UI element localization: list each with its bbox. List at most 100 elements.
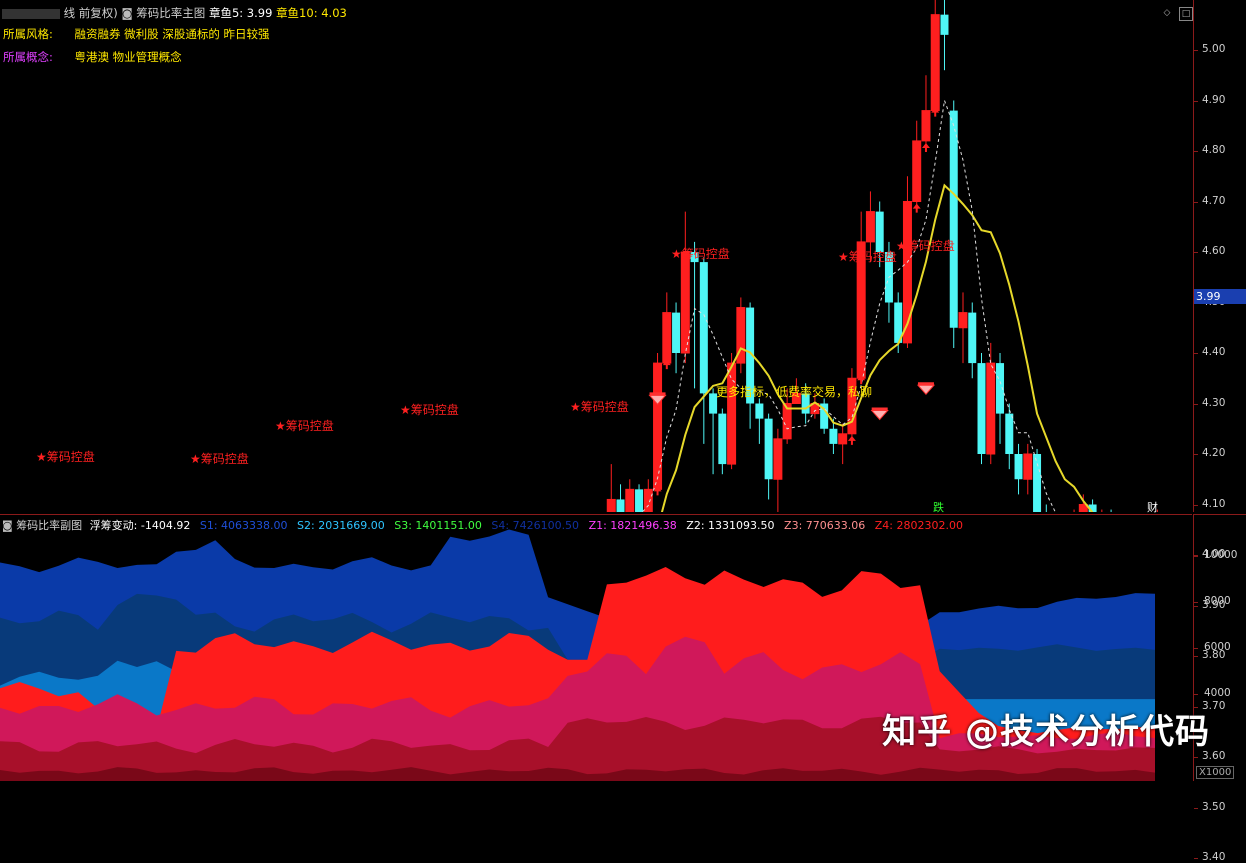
ma5-label: 章鱼5: 3.99: [208, 6, 273, 20]
candle: [1069, 509, 1079, 550]
signal-label: ★筹码控盘: [570, 399, 629, 414]
candle: [718, 408, 727, 475]
watermark: 知乎 @技术分析代码: [882, 712, 1210, 752]
candle: [680, 211, 690, 364]
price-tick: 4.20: [1202, 447, 1226, 459]
price-tick: 3.40: [1202, 851, 1226, 863]
price-tick: 3.50: [1202, 800, 1226, 813]
kline-panel[interactable]: ★筹码控盘 ★筹码控盘 ★筹码控盘 ★筹码控盘 ★筹码控盘 ★筹码控盘 ★筹码控盘 ★筹码控盘…: [0, 0, 1192, 863]
signal-label: ★筹码控盘: [36, 449, 95, 464]
price-tick: 4.80: [1202, 144, 1226, 156]
price-tick-mark: [1194, 807, 1198, 809]
candle: [1023, 443, 1033, 495]
price-tick: 4.90: [1202, 93, 1226, 106]
concept-label: 所属概念:: [3, 50, 53, 64]
indicator-toggle-icon[interactable]: ◙: [121, 6, 132, 20]
candle: [625, 479, 635, 525]
sub-header: ◙ 筹码比率副图 浮筹变动: -1404.92 S1: 4063338.00 S…: [2, 517, 963, 533]
price-tick-mark: [1194, 858, 1198, 859]
candle: [968, 302, 977, 379]
ratio-tick: 8000: [1204, 594, 1231, 607]
float-label: 浮筹变动:: [89, 519, 138, 532]
signal-diamond-icon: [870, 407, 889, 421]
price-tick: 4.30: [1202, 396, 1226, 409]
sub-toggle-icon[interactable]: ◙: [2, 519, 13, 532]
ratio-tick-mark: [1194, 694, 1198, 696]
price-tick-mark: [1194, 100, 1198, 102]
candle: [1042, 504, 1051, 576]
signal-diamond-icon: [916, 382, 936, 396]
buy-arrow-icon: [847, 435, 856, 445]
price-tick: 4.70: [1202, 194, 1226, 207]
ratio-tick: 10000: [1204, 548, 1238, 561]
indicator-name[interactable]: 筹码比率主图: [136, 6, 205, 20]
candle: [930, 0, 940, 116]
price-tick-mark: [1194, 504, 1198, 506]
candle: [1005, 403, 1014, 470]
chart-header: 线 前复权) ◙ 筹码比率主图 章鱼5: 3.99 章鱼10: 4.03: [2, 5, 347, 21]
candle: [820, 398, 829, 434]
signal-label: ★筹码控盘: [190, 451, 249, 466]
style-label: 所属风格:: [3, 27, 53, 41]
candle: [921, 75, 931, 151]
signal-label: ★筹码控盘: [671, 246, 730, 261]
candle: [1033, 448, 1042, 535]
candle: [764, 413, 773, 500]
diamond-icon[interactable]: ◇: [1161, 7, 1173, 19]
candle: [958, 292, 968, 364]
buy-arrow-icon: [921, 143, 930, 152]
z3-value: Z3: 770633.06: [784, 519, 866, 532]
price-tick: 4.10: [1202, 497, 1226, 510]
price-tick-mark: [1194, 454, 1198, 455]
price-tick-mark: [1194, 353, 1198, 354]
candle: [746, 302, 755, 429]
ma10-label: 章鱼10: 4.03: [276, 6, 347, 20]
candle: [699, 257, 708, 444]
sub-indicator-name[interactable]: 筹码比率副图: [16, 519, 82, 532]
candle: [1014, 443, 1023, 495]
ratio-tick: 6000: [1204, 641, 1231, 654]
candle: [653, 353, 663, 495]
adjust-mode-label: 线 前复权): [63, 6, 118, 20]
ratio-tick-mark: [1194, 555, 1198, 557]
ma10-line: [9, 183, 1158, 789]
candle: [838, 423, 848, 465]
candle: [606, 464, 616, 545]
candle: [635, 484, 644, 535]
float-value: -1404.92: [140, 519, 191, 532]
candle: [847, 368, 857, 444]
candle: [977, 353, 986, 465]
z1-value: Z1: 1821496.38: [588, 519, 677, 532]
ratio-tick-mark: [1194, 601, 1198, 603]
signal-label: ★筹码控盘: [896, 238, 955, 253]
candle: [1097, 509, 1107, 545]
tag-finance: 财: [1147, 501, 1158, 514]
price-axis[interactable]: 5.004.904.804.704.604.504.404.304.204.10…: [1193, 0, 1246, 863]
concept-row: 所属概念: 粤港澳 物业管理概念: [3, 49, 182, 65]
current-price-tag: 3.99: [1194, 289, 1246, 304]
signal-label: ★筹码控盘: [400, 402, 459, 417]
price-tick-mark: [1194, 50, 1198, 51]
signal-label: ★筹码控盘: [275, 418, 334, 433]
tag-down: 跌: [933, 501, 944, 514]
candle: [690, 241, 699, 389]
price-tick-mark: [1194, 201, 1198, 203]
s3-value: S3: 1401151.00: [394, 519, 482, 532]
candle: [662, 292, 672, 369]
price-tick: 4.40: [1202, 346, 1226, 358]
candle: [996, 353, 1005, 444]
candle: [755, 398, 764, 444]
candle: [940, 0, 949, 71]
kline-chart[interactable]: ★筹码控盘 ★筹码控盘★筹码控盘★筹码控盘 ★筹码控盘★筹码控盘 ★筹码控盘★筹码控盘…: [0, 0, 1192, 863]
axis-unit: X1000: [1196, 766, 1235, 779]
maximize-icon[interactable]: □: [1179, 7, 1193, 21]
s2-value: S2: 2031669.00: [297, 519, 385, 532]
price-tick-mark: [1194, 252, 1198, 253]
candle: [616, 484, 625, 530]
signal-label: ★筹码控盘: [838, 249, 897, 264]
price-tick-mark: [1194, 151, 1198, 152]
candle: [912, 120, 922, 212]
price-tick: 5.00: [1202, 43, 1226, 55]
candle: [709, 388, 718, 475]
ratio-tick-mark: [1194, 648, 1198, 650]
